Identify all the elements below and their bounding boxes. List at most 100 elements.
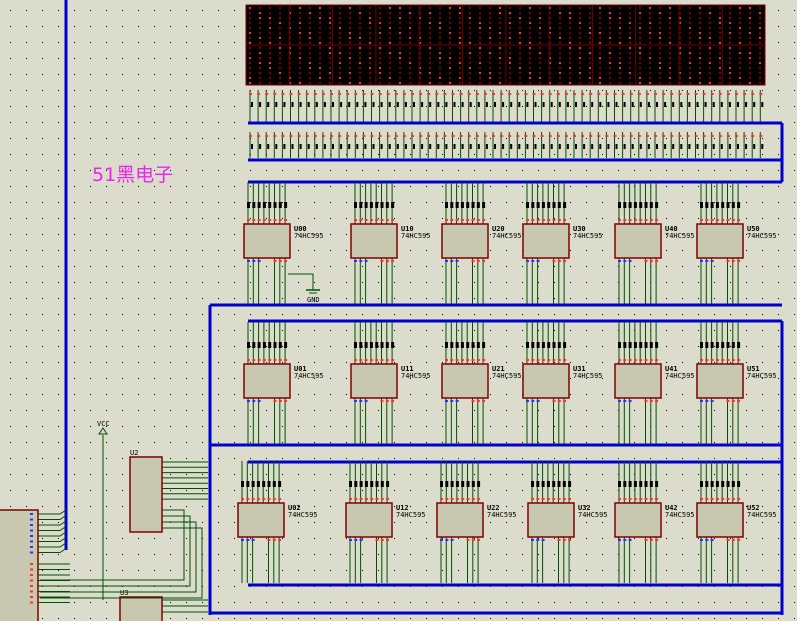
pin-marker: [557, 539, 561, 541]
led-dot: [379, 62, 381, 64]
grid-dot: [730, 618, 731, 619]
grid-dot: [538, 442, 539, 443]
net-label: [455, 202, 459, 208]
led-dot: [249, 52, 251, 54]
net-label: [664, 102, 667, 107]
pin-marker: [743, 135, 747, 137]
net-label: [575, 144, 577, 149]
pin-marker: [702, 93, 706, 95]
pin-marker: [450, 359, 454, 361]
grid-dot: [122, 266, 123, 267]
pin-marker: [471, 498, 475, 500]
led-dot: [349, 7, 351, 9]
led-dot: [659, 67, 661, 69]
led-dot: [509, 37, 511, 39]
led-dot: [299, 32, 301, 34]
grid-dot: [698, 90, 699, 91]
grid-dot: [186, 234, 187, 235]
grid-dot: [10, 330, 11, 331]
net-label: [477, 481, 481, 487]
grid-dot: [330, 602, 331, 603]
pin-marker: [547, 219, 551, 221]
part-label: 74HC595: [665, 372, 695, 380]
led-dot: [699, 42, 701, 44]
schematic-canvas[interactable]: U0074HC595U1074HC595U2074HC595U3074HC595…: [0, 0, 797, 621]
grid-dot: [170, 458, 171, 459]
led-dot: [279, 32, 281, 34]
led-dot: [469, 77, 471, 79]
led-dot: [429, 27, 431, 29]
pin-marker: [354, 539, 358, 541]
grid-dot: [138, 122, 139, 123]
led-dot: [629, 47, 631, 49]
net-label: [542, 144, 545, 149]
led-dot: [349, 77, 351, 79]
led-dot: [569, 22, 571, 24]
pin-marker: [552, 498, 556, 500]
grid-dot: [762, 618, 763, 619]
grid-dot: [218, 538, 219, 539]
grid-dot: [234, 346, 235, 347]
grid-dot: [74, 298, 75, 299]
grid-dot: [314, 346, 315, 347]
led-dot: [349, 27, 351, 29]
grid-dot: [138, 218, 139, 219]
led-dot: [519, 47, 521, 49]
grid-dot: [506, 298, 507, 299]
grid-dot: [458, 554, 459, 555]
pin-marker: [731, 498, 735, 500]
grid-dot: [522, 330, 523, 331]
led-dot: [639, 27, 641, 29]
led-dot: [569, 47, 571, 49]
led-dot: [689, 82, 691, 84]
net-label: [518, 102, 521, 107]
grid-dot: [602, 170, 603, 171]
grid-dot: [266, 266, 267, 267]
grid-dot: [570, 490, 571, 491]
grid-dot: [234, 378, 235, 379]
net-label: [437, 144, 440, 149]
grid-dot: [634, 538, 635, 539]
led-dot: [599, 12, 601, 14]
net-label: [471, 481, 475, 487]
grid-dot: [730, 298, 731, 299]
pin-marker: [461, 498, 465, 500]
net-label: [644, 342, 648, 348]
led-dot: [749, 7, 751, 9]
grid-dot: [538, 362, 539, 363]
grid-dot: [346, 474, 347, 475]
grid-dot: [362, 554, 363, 555]
grid-dot: [458, 218, 459, 219]
grid-dot: [538, 266, 539, 267]
net-label: [623, 342, 627, 348]
net-label: [628, 342, 632, 348]
net-label: [385, 342, 389, 348]
led-dot: [669, 17, 671, 19]
grid-dot: [10, 426, 11, 427]
grid-dot: [554, 218, 555, 219]
led-dot: [709, 62, 711, 64]
grid-dot: [170, 42, 171, 43]
grid-dot: [602, 538, 603, 539]
led-dot: [399, 22, 401, 24]
net-label: [396, 144, 399, 149]
grid-dot: [218, 218, 219, 219]
grid-dot: [122, 474, 123, 475]
net-label: [656, 102, 658, 107]
grid-dot: [538, 474, 539, 475]
led-dot: [409, 37, 411, 39]
grid-dot: [474, 90, 475, 91]
led-dot: [589, 72, 591, 74]
grid-dot: [570, 474, 571, 475]
grid-dot: [762, 346, 763, 347]
chip-u3: [119, 596, 163, 621]
net-label: [359, 202, 363, 208]
net-label: [745, 102, 748, 107]
led-dot: [389, 77, 391, 79]
grid-dot: [298, 618, 299, 619]
grid-dot: [58, 554, 59, 555]
grid-dot: [10, 394, 11, 395]
grid-dot: [346, 186, 347, 187]
grid-dot: [442, 474, 443, 475]
grid-dot: [10, 26, 11, 27]
